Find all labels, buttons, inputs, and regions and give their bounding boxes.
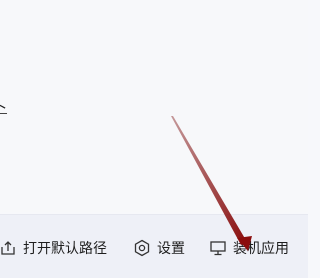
open-default-path-label: 打开默认路径	[23, 241, 107, 257]
install-apps-button[interactable]: 装机应用	[209, 237, 289, 259]
install-apps-label: 装机应用	[233, 241, 289, 257]
settings-button[interactable]: 设置	[133, 237, 185, 259]
truncated-link-text[interactable]: 卜	[0, 96, 9, 117]
monitor-icon	[209, 239, 227, 257]
upload-folder-icon	[0, 239, 17, 257]
bottom-toolbar: 打开默认路径 设置 装机应用	[0, 214, 308, 278]
settings-label: 设置	[157, 241, 185, 257]
gear-icon	[133, 239, 151, 257]
content-area: 卜	[0, 0, 308, 212]
open-default-path-button[interactable]: 打开默认路径	[0, 237, 107, 259]
